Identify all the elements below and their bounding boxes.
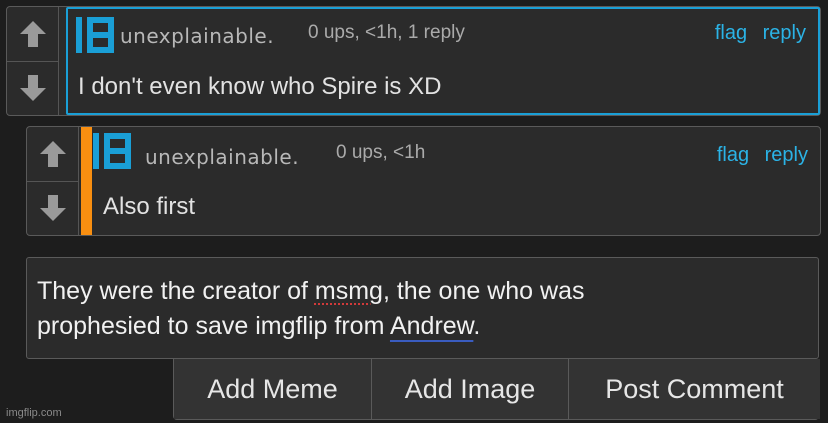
flag-link[interactable]: flag: [715, 22, 747, 44]
comment-body: unexplainable. 0 ups, <1h flag reply Als…: [93, 127, 820, 235]
flag-link[interactable]: flag: [717, 144, 749, 166]
reply-text: , the one who was: [382, 277, 585, 305]
comment-text: Also first: [103, 193, 196, 220]
reply-text: prophesied to save imgflip from: [37, 312, 390, 340]
reply-line-2: prophesied to save imgflip from Andrew.: [37, 309, 808, 344]
arrow-down-icon: [39, 195, 66, 222]
downvote-button[interactable]: [7, 60, 59, 115]
comment-meta: 0 ups, <1h, 1 reply: [308, 22, 465, 43]
comment-text: I don't even know who Spire is XD: [78, 73, 442, 100]
add-meme-button[interactable]: Add Meme: [174, 359, 371, 419]
comment-actions: flag reply: [707, 144, 808, 167]
comment-actions: flag reply: [705, 22, 806, 45]
add-image-button[interactable]: Add Image: [371, 359, 568, 419]
username[interactable]: unexplainable.: [120, 24, 274, 48]
reply-accent-bar: [81, 127, 92, 235]
arrow-down-icon: [19, 75, 46, 102]
comment-meta: 0 ups, <1h: [336, 142, 426, 163]
upvote-button[interactable]: [27, 127, 79, 181]
bracket-e-logo-icon[interactable]: [76, 17, 114, 53]
comment-body: unexplainable. 0 ups, <1h, 1 reply flag …: [66, 7, 820, 115]
reply-text: They were the creator of: [37, 277, 315, 305]
watermark: imgflip.com: [6, 407, 62, 419]
username[interactable]: unexplainable.: [145, 145, 299, 169]
arrow-up-icon: [39, 140, 66, 167]
bracket-e-logo-icon[interactable]: [93, 133, 131, 169]
reply-text: .: [473, 312, 481, 340]
reply-link[interactable]: reply: [763, 22, 806, 44]
arrow-up-icon: [19, 20, 46, 47]
reply-link[interactable]: reply: [765, 144, 808, 166]
reply-textarea[interactable]: They were the creator of msmg, the one w…: [26, 257, 819, 359]
post-comment-button[interactable]: Post Comment: [568, 359, 820, 419]
comment-2: unexplainable. 0 ups, <1h flag reply Als…: [26, 126, 821, 236]
downvote-button[interactable]: [27, 180, 79, 235]
vote-controls: [27, 127, 79, 235]
comment-1: unexplainable. 0 ups, <1h, 1 reply flag …: [6, 6, 821, 116]
vote-controls: [7, 7, 59, 115]
upvote-button[interactable]: [7, 7, 59, 61]
flagged-word: Andrew: [389, 312, 474, 340]
comment-button-bar: Add Meme Add Image Post Comment: [173, 359, 820, 420]
reply-line-1: They were the creator of msmg, the one w…: [37, 274, 808, 309]
misspelled-word: msmg: [314, 277, 383, 305]
